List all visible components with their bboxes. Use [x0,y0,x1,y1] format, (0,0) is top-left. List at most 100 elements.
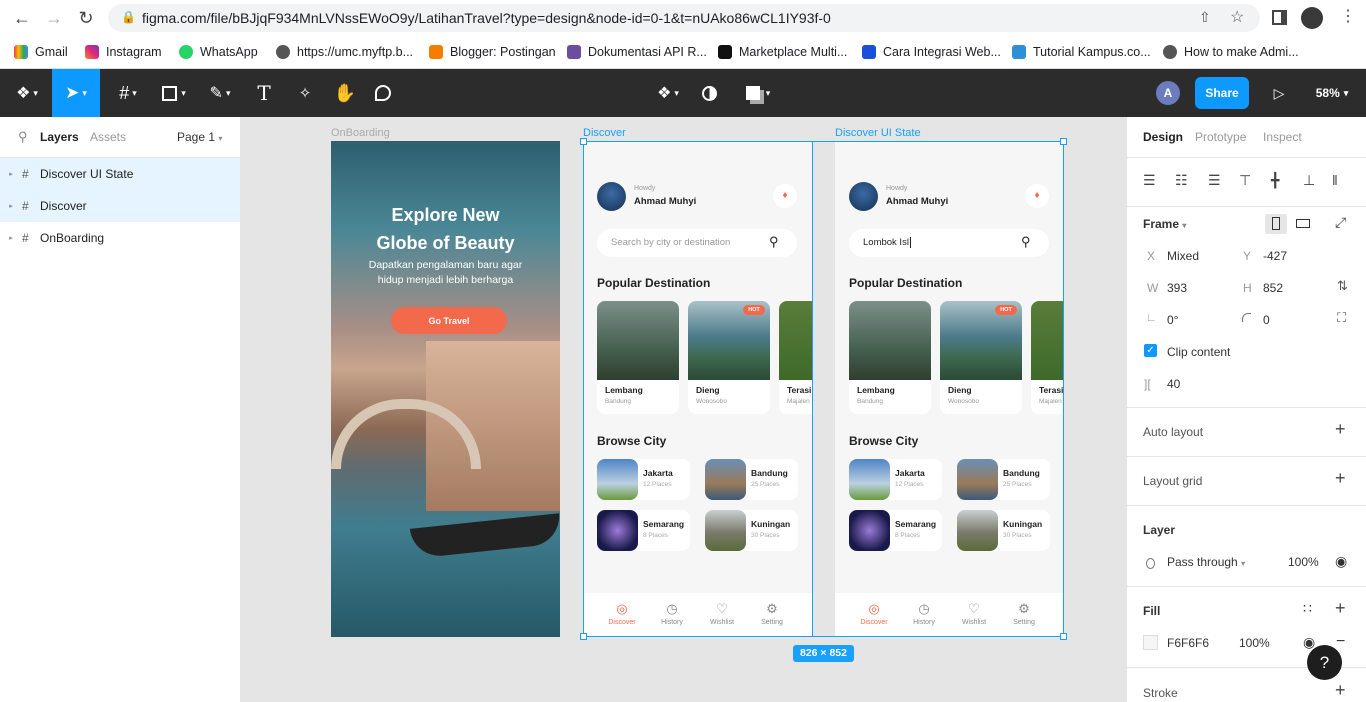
fill-opacity-field[interactable]: 100% [1239,636,1270,650]
reload-icon[interactable]: ↻ [76,8,96,28]
destination-card[interactable]: Lembang Bandung [597,301,679,414]
align-bottom-icon[interactable]: ⊥ [1303,172,1315,189]
layer-onboarding[interactable]: ▸ # OnBoarding [0,222,240,254]
city-card[interactable]: Jakarta 12 Places [849,459,942,500]
onboarding-frame[interactable]: Explore New Globe of Beauty Dapatkan pen… [331,141,560,637]
rotation-field[interactable]: 0° [1167,313,1178,327]
destination-card[interactable]: Terasi Majalen [1031,301,1064,414]
search-icon[interactable]: ⚲ [1021,234,1031,250]
city-card[interactable]: Bandung 25 Places [705,459,798,500]
bookmark-integrasi[interactable]: Cara Integrasi Web... [862,42,1001,62]
bookmark-umc[interactable]: https://umc.myftp.b... [276,42,413,62]
eye-icon[interactable]: ◉ [1335,553,1347,570]
discover-frame[interactable]: Howdy Ahmad Muhyi ♦ Search by city or de… [583,141,812,637]
help-button[interactable]: ? [1307,645,1342,680]
frame-label-onboarding[interactable]: OnBoarding [331,127,390,139]
frame-title[interactable]: Frame ▾ [1143,217,1186,231]
components-icon[interactable]: ❖ ▾ [648,69,688,117]
tab-layers[interactable]: Layers [40,130,79,144]
forward-icon[interactable]: → [44,8,64,28]
nav-wishlist[interactable]: ♡ Wishlist [702,601,742,626]
resize-handle[interactable] [1060,633,1067,640]
layer-opacity-field[interactable]: 100% [1288,555,1319,569]
tab-prototype[interactable]: Prototype [1195,130,1246,144]
profile-avatar[interactable] [1301,7,1323,29]
bookmark-blogger[interactable]: Blogger: Postingan [429,42,556,62]
spacing-field[interactable]: 40 [1167,377,1180,391]
align-middle-icon[interactable]: ╋ [1271,172,1279,189]
width-field[interactable]: 393 [1167,281,1187,295]
height-field[interactable]: 852 [1263,281,1283,295]
browser-menu-icon[interactable]: ⋮ [1340,6,1356,26]
text-tool-icon[interactable]: T [250,69,278,117]
nav-setting[interactable]: ⚙ Setting [1004,601,1044,626]
page-selector[interactable]: Page 1 ▾ [177,130,222,144]
figma-menu-icon[interactable]: ❖ ▾ [8,69,46,117]
layer-discover[interactable]: ▸ # Discover [0,190,240,222]
landscape-icon[interactable] [1296,219,1310,228]
independent-corners-icon[interactable]: ⛶ [1337,310,1346,326]
move-tool-icon[interactable]: ➤ ▾ [52,69,100,117]
y-field[interactable]: -427 [1263,249,1287,263]
nav-history[interactable]: ◷ History [904,601,944,626]
bookmark-gmail[interactable]: Gmail [14,42,68,62]
bookmark-instagram[interactable]: Instagram [85,42,162,62]
city-card[interactable]: Kuningan 30 Places [705,510,798,551]
tab-design[interactable]: Design [1143,130,1183,144]
city-card[interactable]: Semarang 8 Places [597,510,690,551]
bookmark-dokumentasi[interactable]: Dokumentasi API R... [567,42,707,62]
pen-tool-icon[interactable]: ✎ ▾ [200,69,240,117]
add-auto-layout-icon[interactable]: + [1335,419,1346,440]
search-field[interactable]: Search by city or destination ⚲ [597,229,797,257]
tab-assets[interactable]: Assets [90,130,126,144]
url-field[interactable]: 🔒 figma.com/file/bBJjqF934MnLVNssEWoO9y/… [108,4,1260,32]
frame-tool-icon[interactable]: # ▾ [108,69,148,117]
user-avatar[interactable]: A [1155,69,1181,117]
radius-field[interactable]: 0 [1263,313,1270,327]
hand-tool-icon[interactable]: ✋ [330,69,360,117]
rectangle-tool-icon[interactable]: ▾ [154,69,194,117]
constrain-proportions-icon[interactable]: ⇅ [1337,278,1348,294]
align-top-icon[interactable]: ⊤ [1239,172,1251,189]
destination-card[interactable]: Lembang Bandung [849,301,931,414]
present-icon[interactable]: ▷ [1268,69,1290,117]
nav-discover[interactable]: ◎ Discover [602,601,642,626]
resize-handle[interactable] [580,138,587,145]
blend-mode-dropdown[interactable]: Pass through ▾ [1167,555,1245,569]
nav-history[interactable]: ◷ History [652,601,692,626]
clip-content-checkbox[interactable]: ✓ [1144,344,1157,357]
add-fill-icon[interactable]: + [1335,598,1346,619]
distribute-icon[interactable]: ‖ [1332,172,1338,188]
bookmark-tutorial[interactable]: Tutorial Kampus.co... [1012,42,1151,62]
styles-icon[interactable]: ∷ [1303,600,1312,617]
tab-inspect[interactable]: Inspect [1263,130,1302,144]
bookmark-star-icon[interactable]: ☆ [1230,7,1244,27]
design-canvas[interactable]: OnBoarding Discover Discover UI State Ex… [241,117,1126,702]
city-card[interactable]: Semarang 8 Places [849,510,942,551]
comment-tool-icon[interactable] [368,69,398,117]
resize-to-fit-icon[interactable]: ⤢ [1335,214,1346,231]
boolean-icon[interactable]: ▾ [738,69,778,117]
bookmark-marketplace[interactable]: Marketplace Multi... [718,42,847,62]
notification-bell-icon[interactable]: ♦ [1025,184,1049,208]
share-page-icon[interactable]: ⇧ [1199,9,1211,26]
resize-handle[interactable] [580,633,587,640]
nav-discover[interactable]: ◎ Discover [854,601,894,626]
add-layout-grid-icon[interactable]: + [1335,468,1346,489]
x-field[interactable]: Mixed [1167,249,1199,263]
city-card[interactable]: Jakarta 12 Places [597,459,690,500]
align-center-icon[interactable]: ☷ [1175,172,1188,189]
go-travel-button[interactable]: Go Travel [391,307,507,334]
fill-hex-field[interactable]: F6F6F6 [1167,636,1209,650]
nav-wishlist[interactable]: ♡ Wishlist [954,601,994,626]
discover-ui-state-frame[interactable]: Howdy Ahmad Muhyi ♦ Lombok Isl ⚲ Popular… [835,141,1064,637]
share-button[interactable]: Share [1195,77,1249,109]
destination-card[interactable]: HOT Dieng Wonosobo [688,301,770,414]
zoom-dropdown[interactable]: 58% ▾ [1310,69,1354,117]
side-panel-icon[interactable] [1272,10,1287,25]
search-layers-icon[interactable]: ⚲ [18,129,28,145]
bookmark-whatsapp[interactable]: WhatsApp [179,42,258,62]
resources-tool-icon[interactable]: ✧ [290,69,320,117]
align-right-icon[interactable]: ☰ [1208,172,1221,189]
search-field-filled[interactable]: Lombok Isl ⚲ [849,229,1049,257]
